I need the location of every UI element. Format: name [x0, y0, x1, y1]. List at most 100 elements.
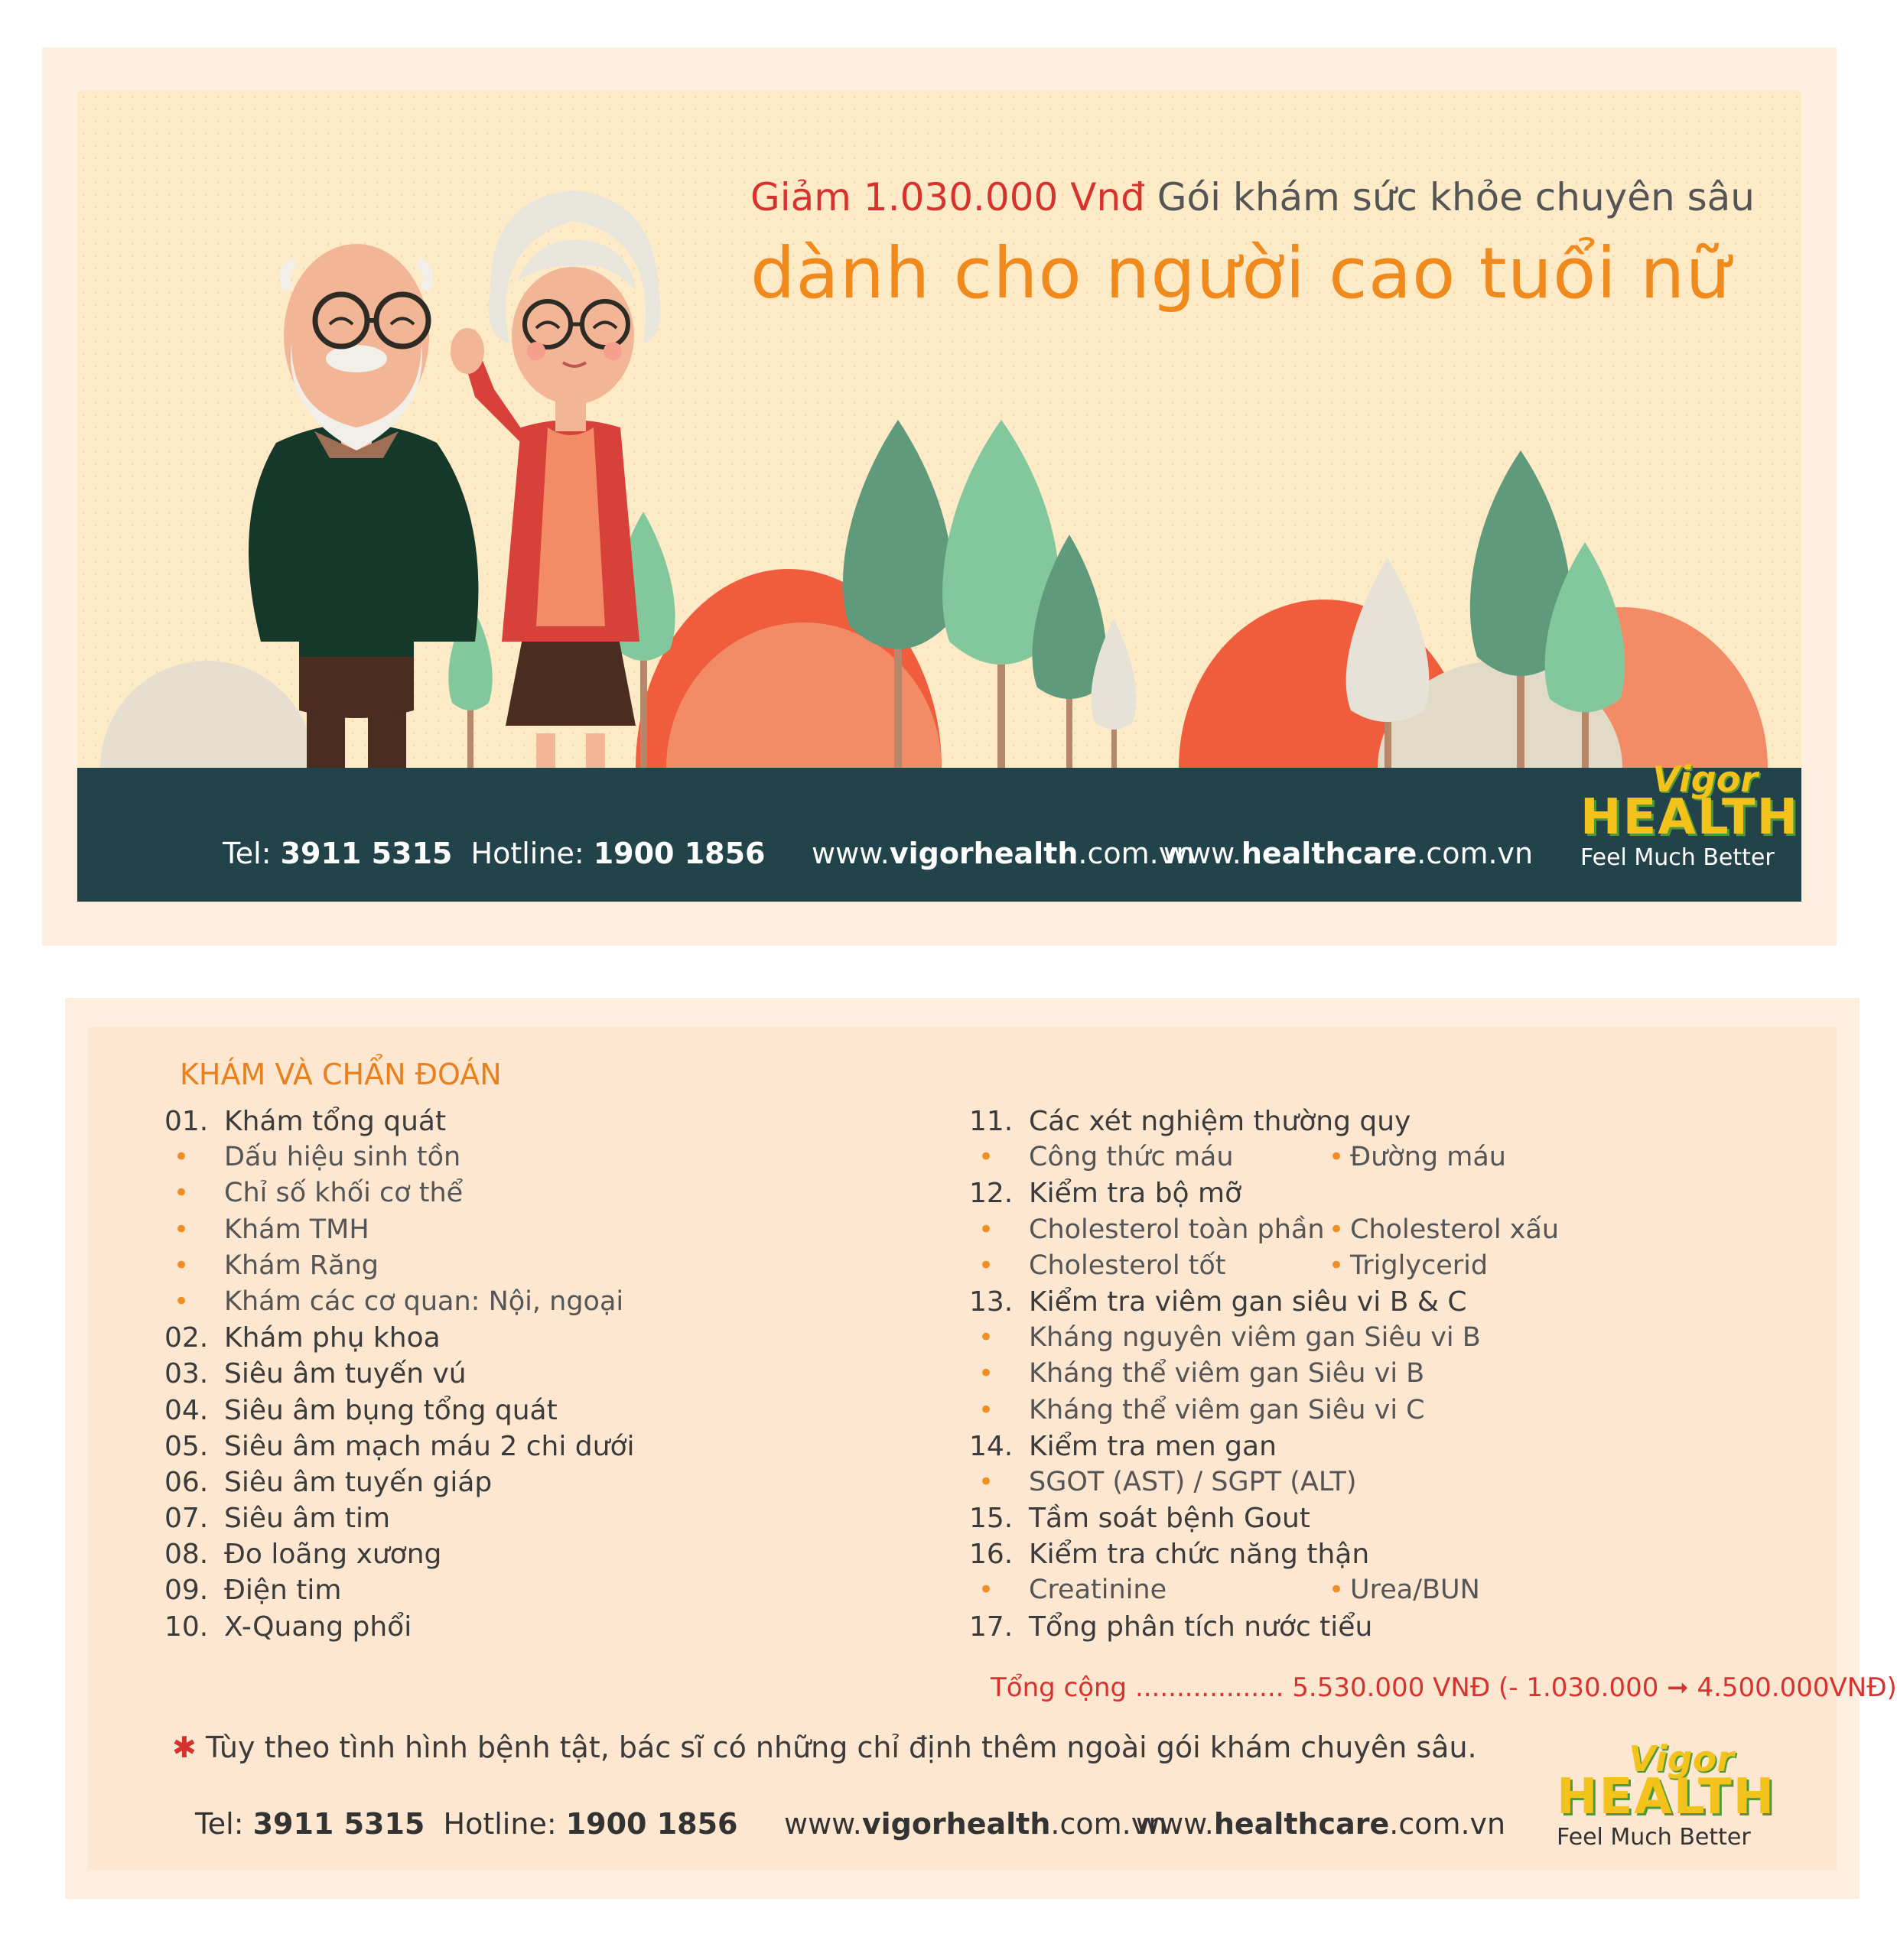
item-text-secondary: Cholesterol xấu — [1350, 1214, 1560, 1245]
back-tel-number[interactable]: 3911 5315 — [253, 1807, 425, 1841]
item-number: 04. — [164, 1394, 209, 1426]
right-service-list: 11. Các xét nghiệm thường quy • Công thức m… — [969, 1104, 1811, 1645]
item-text: Siêu âm tim — [224, 1503, 391, 1535]
item-text: Tầm soát bệnh Gout — [1029, 1503, 1310, 1535]
item-text-secondary: Urea/BUN — [1350, 1575, 1480, 1606]
item-text: Khám tổng quát — [224, 1106, 447, 1137]
item-text: Cholesterol tốt — [1029, 1250, 1226, 1281]
list-item: 02. Khám phụ khoa — [164, 1320, 853, 1356]
list-item: • Kháng nguyên viêm gan Siêu vi B — [969, 1320, 1811, 1356]
item-text: Kiểm tra viêm gan siêu vi B & C — [1029, 1286, 1467, 1318]
contact-info: Tel: 3911 5315 Hotline: 1900 1856 — [223, 837, 766, 870]
bullet-icon: • — [1329, 1142, 1345, 1173]
list-item: 13. Kiểm tra viêm gan siêu vi B & C — [969, 1284, 1811, 1320]
bullet-icon: • — [978, 1466, 994, 1497]
item-text: Dấu hiệu sinh tồn — [224, 1142, 461, 1173]
item-text: Kháng nguyên viêm gan Siêu vi B — [1029, 1322, 1481, 1354]
back-vigorhealth-logo: Vigor HEALTH Feel Much Better — [1557, 1738, 1776, 1851]
item-number: 02. — [164, 1322, 209, 1354]
item-text: Đo loãng xương — [224, 1539, 442, 1571]
item-number: 14. — [969, 1430, 1014, 1462]
list-item: • Khám Răng — [164, 1248, 853, 1284]
hotline-label: Hotline: — [470, 837, 584, 870]
item-text: Siêu âm tuyến giáp — [224, 1466, 493, 1498]
item-text: Kiểm tra bộ mỡ — [1029, 1178, 1242, 1210]
section-title: KHÁM VÀ CHẨN ĐOÁN — [180, 1058, 502, 1091]
back-website-link-vigorhealth[interactable]: www.vigorhealth.com.vn — [784, 1807, 1167, 1841]
item-number: 09. — [164, 1575, 209, 1607]
item-text: Tổng phân tích nước tiểu — [1029, 1611, 1373, 1643]
bullet-icon: • — [174, 1286, 190, 1317]
item-text: Kiểm tra chức năng thận — [1029, 1539, 1370, 1571]
back-website-link-healthcare[interactable]: www.healthcare.com.vn — [1136, 1807, 1505, 1841]
list-item: • SGOT (AST) / SGPT (ALT) — [969, 1464, 1811, 1500]
list-item: • Kháng thể viêm gan Siêu vi B — [969, 1356, 1811, 1392]
list-item: 17. Tổng phân tích nước tiểu — [969, 1609, 1811, 1645]
back-contact-info: Tel: 3911 5315 Hotline: 1900 1856 — [195, 1807, 738, 1841]
item-text: Cholesterol toàn phần — [1029, 1214, 1325, 1245]
vigorhealth-logo: Vigor HEALTH Feel Much Better — [1580, 759, 1800, 871]
website-link-healthcare[interactable]: www.healthcare.com.vn — [1163, 837, 1533, 870]
list-item: • Chỉ số khối cơ thể — [164, 1175, 853, 1211]
item-number: 01. — [164, 1106, 209, 1137]
bullet-icon: • — [978, 1575, 994, 1606]
item-number: 11. — [969, 1106, 1014, 1137]
item-number: 06. — [164, 1466, 209, 1498]
list-item: 16. Kiểm tra chức năng thận — [969, 1536, 1811, 1572]
bullet-icon: • — [1329, 1214, 1345, 1245]
bullet-icon: • — [174, 1250, 190, 1281]
list-item: 04. Siêu âm bụng tổng quát — [164, 1393, 853, 1429]
item-text: Kháng thể viêm gan Siêu vi C — [1029, 1394, 1425, 1425]
total-price: Tổng cộng .................. 5.530.000 V… — [991, 1672, 1897, 1703]
item-text: Công thức máu — [1029, 1142, 1234, 1173]
item-text: Khám Răng — [224, 1250, 379, 1281]
item-number: 07. — [164, 1503, 209, 1535]
bullet-icon: • — [174, 1142, 190, 1173]
item-text-secondary: Đường máu — [1350, 1142, 1506, 1173]
back-content: KHÁM VÀ CHẨN ĐOÁN 01. Khám tổng quát • Dấu … — [88, 1027, 1897, 1870]
tel-number[interactable]: 3911 5315 — [281, 837, 453, 870]
back-hotline-number[interactable]: 1900 1856 — [566, 1807, 738, 1841]
hill-left — [100, 661, 314, 768]
item-text: Siêu âm bụng tổng quát — [224, 1394, 558, 1426]
list-item: • Cholesterol tốt • Triglycerid — [969, 1248, 1811, 1284]
bullet-icon: • — [978, 1142, 994, 1173]
bullet-icon: • — [978, 1214, 994, 1245]
bullet-icon: • — [1329, 1575, 1345, 1606]
tel-label: Tel: — [223, 837, 272, 870]
list-item: 06. Siêu âm tuyến giáp — [164, 1464, 853, 1500]
list-item: 07. Siêu âm tim — [164, 1500, 853, 1536]
list-item: 12. Kiểm tra bộ mỡ — [969, 1175, 1811, 1211]
item-text: Creatinine — [1029, 1575, 1167, 1606]
list-item: 05. Siêu âm mạch máu 2 chi dưới — [164, 1429, 853, 1464]
left-service-list: 01. Khám tổng quát • Dấu hiệu sinh tồn • Chỉ … — [164, 1104, 853, 1645]
item-text: Các xét nghiệm thường quy — [1029, 1106, 1411, 1137]
bullet-icon: • — [978, 1394, 994, 1425]
item-text: Chỉ số khối cơ thể — [224, 1178, 464, 1209]
promo-headline: Giảm 1.030.000 Vnđ Gói khám sức khỏe chu… — [750, 175, 1755, 219]
bullet-icon: • — [174, 1214, 190, 1245]
item-text: Khám TMH — [224, 1214, 369, 1245]
item-number: 17. — [969, 1611, 1014, 1643]
package-name: Gói khám sức khỏe chuyên sâu — [1157, 175, 1755, 219]
item-text: SGOT (AST) / SGPT (ALT) — [1029, 1466, 1357, 1497]
list-item: 15. Tầm soát bệnh Gout — [969, 1500, 1811, 1536]
list-item: • Khám TMH — [164, 1212, 853, 1248]
note-star-icon: ✱ — [172, 1731, 197, 1764]
grandma-illustration — [451, 190, 661, 837]
list-item: • Cholesterol toàn phần • Cholesterol xấu — [969, 1212, 1811, 1248]
list-item: 11. Các xét nghiệm thường quy — [969, 1104, 1811, 1139]
item-number: 08. — [164, 1539, 209, 1571]
list-item: • Creatinine • Urea/BUN — [969, 1572, 1811, 1608]
item-number: 13. — [969, 1286, 1014, 1318]
website-link-vigorhealth[interactable]: www.vigorhealth.com.vn — [812, 837, 1194, 870]
list-item: 14. Kiểm tra men gan — [969, 1429, 1811, 1464]
bullet-icon: • — [978, 1358, 994, 1390]
list-item: • Khám các cơ quan: Nội, ngoại — [164, 1284, 853, 1320]
front-banner: Giảm 1.030.000 Vnđ Gói khám sức khỏe chu… — [77, 91, 1801, 902]
bullet-icon: • — [978, 1322, 994, 1354]
hotline-number[interactable]: 1900 1856 — [594, 837, 766, 870]
list-item: 10. X-Quang phổi — [164, 1609, 853, 1645]
discount-amount: Giảm 1.030.000 Vnđ — [750, 175, 1145, 219]
bullet-icon: • — [174, 1178, 190, 1209]
